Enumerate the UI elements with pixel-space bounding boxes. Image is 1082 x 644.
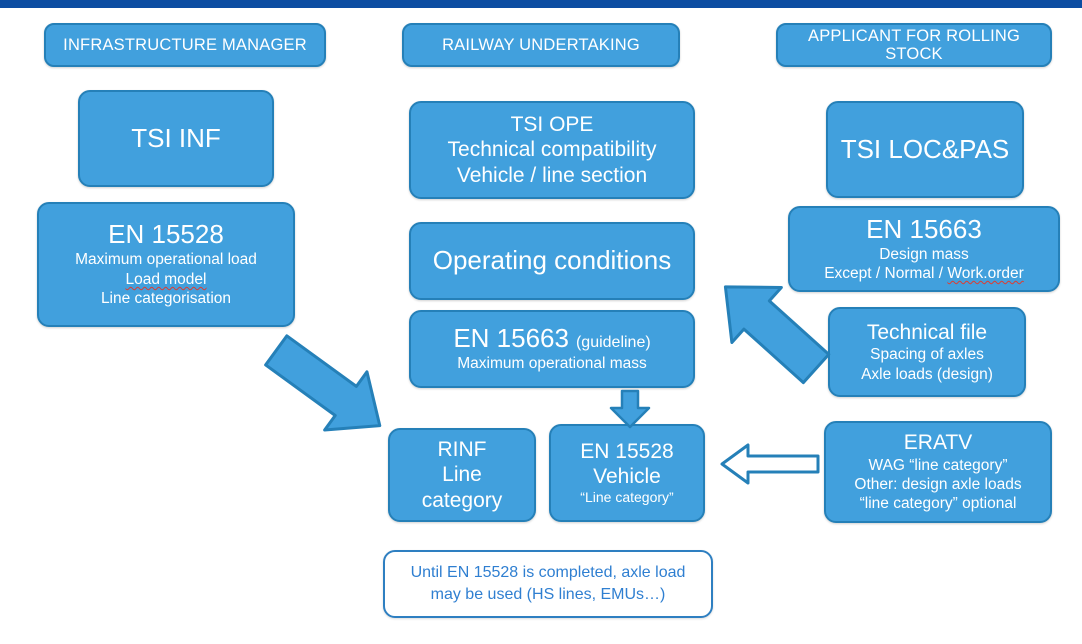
box-en15528-vehicle-line-3: “Line category” [580, 489, 674, 506]
box-tsi-loc-pas-title: TSI LOC&PAS [840, 133, 1010, 164]
box-en15663-design-mass-title: EN 15663 [866, 213, 982, 244]
header-railway-undertaking-label: RAILWAY UNDERTAKING [442, 35, 640, 54]
box-tsi-ope-detail-2: Vehicle / line section [456, 163, 648, 187]
box-en15528-vehicle-line-2: Vehicle [593, 465, 661, 489]
box-tsi-inf: TSI INF [78, 90, 274, 187]
box-rinf-line-1: RINF [437, 438, 487, 462]
box-eratv: ERATV WAG “line category” Other: design … [824, 421, 1052, 523]
box-tsi-ope: TSI OPE Technical compatibility Vehicle … [409, 101, 695, 199]
arrow-en15663-to-en15528-vehicle [608, 389, 652, 429]
box-eratv-detail-3: “line category” optional [859, 495, 1017, 513]
header-applicant-rolling-stock: APPLICANT FOR ROLLING STOCK [776, 23, 1052, 67]
box-en15528-line-detail-1: Maximum operational load [75, 251, 257, 269]
box-en15663-guideline-title: EN 15663 [453, 323, 569, 354]
header-applicant-rolling-stock-label: APPLICANT FOR ROLLING STOCK [807, 26, 1021, 63]
box-tsi-inf-title: TSI INF [131, 122, 221, 153]
note-axle-load-line-2: may be used (HS lines, EMUs…) [430, 586, 666, 603]
top-accent-bar [0, 0, 1082, 8]
box-en15663-design-mass-detail-2a: Except / Normal / [824, 264, 948, 282]
box-technical-file-detail-1: Spacing of axles [870, 346, 984, 364]
box-en15663-design-mass-detail-2b: Work.order [947, 264, 1024, 282]
box-en15663-design-mass-detail-2: Except / Normal / Work.order [824, 264, 1024, 283]
note-axle-load-line-1: Until EN 15528 is completed, axle load [410, 564, 686, 582]
box-en15528-line-title: EN 15528 [108, 219, 224, 250]
box-en15528-line: EN 15528 Maximum operational load Load m… [37, 202, 295, 327]
box-tsi-ope-title: TSI OPE [510, 113, 594, 137]
arrow-eratv-to-en15528-vehicle [718, 440, 822, 488]
box-technical-file-detail-2: Axle loads (design) [861, 365, 993, 383]
box-en15663-guideline: EN 15663 (guideline) Maximum operational… [409, 310, 695, 388]
arrow-applicant-to-ru [700, 262, 840, 392]
header-railway-undertaking: RAILWAY UNDERTAKING [402, 23, 680, 67]
box-rinf-line-category: RINF Line category [388, 428, 536, 522]
box-rinf-line-2: Line [442, 463, 482, 487]
box-technical-file: Technical file Spacing of axles Axle loa… [828, 307, 1026, 397]
note-axle-load: Until EN 15528 is completed, axle load m… [383, 550, 713, 618]
arrow-im-to-rinf [258, 334, 398, 438]
box-eratv-detail-1: WAG “line category” [868, 456, 1008, 474]
box-en15528-line-detail-3: Line categorisation [100, 290, 232, 308]
box-en15528-line-detail-2: Load model [125, 270, 207, 288]
box-tsi-loc-pas: TSI LOC&PAS [826, 101, 1024, 198]
box-tsi-ope-detail-1: Technical compatibility [447, 138, 657, 162]
diagram-canvas: INFRASTRUCTURE MANAGER TSI INF EN 15528 … [0, 0, 1082, 644]
box-en15663-design-mass-detail-1: Design mass [879, 245, 969, 263]
header-infrastructure-manager-label: INFRASTRUCTURE MANAGER [63, 35, 307, 54]
box-eratv-title: ERATV [903, 431, 973, 455]
box-operating-conditions: Operating conditions [409, 222, 695, 300]
box-en15528-vehicle: EN 15528 Vehicle “Line category” [549, 424, 705, 522]
box-en15528-vehicle-line-1: EN 15528 [580, 440, 674, 464]
box-en15663-guideline-suffix: (guideline) [575, 334, 651, 352]
header-infrastructure-manager: INFRASTRUCTURE MANAGER [44, 23, 326, 67]
box-eratv-detail-2: Other: design axle loads [854, 475, 1022, 493]
box-operating-conditions-title: Operating conditions [432, 245, 672, 276]
box-technical-file-title: Technical file [866, 321, 988, 345]
box-en15663-guideline-detail-1: Maximum operational mass [457, 355, 647, 373]
box-rinf-line-3: category [421, 488, 503, 512]
